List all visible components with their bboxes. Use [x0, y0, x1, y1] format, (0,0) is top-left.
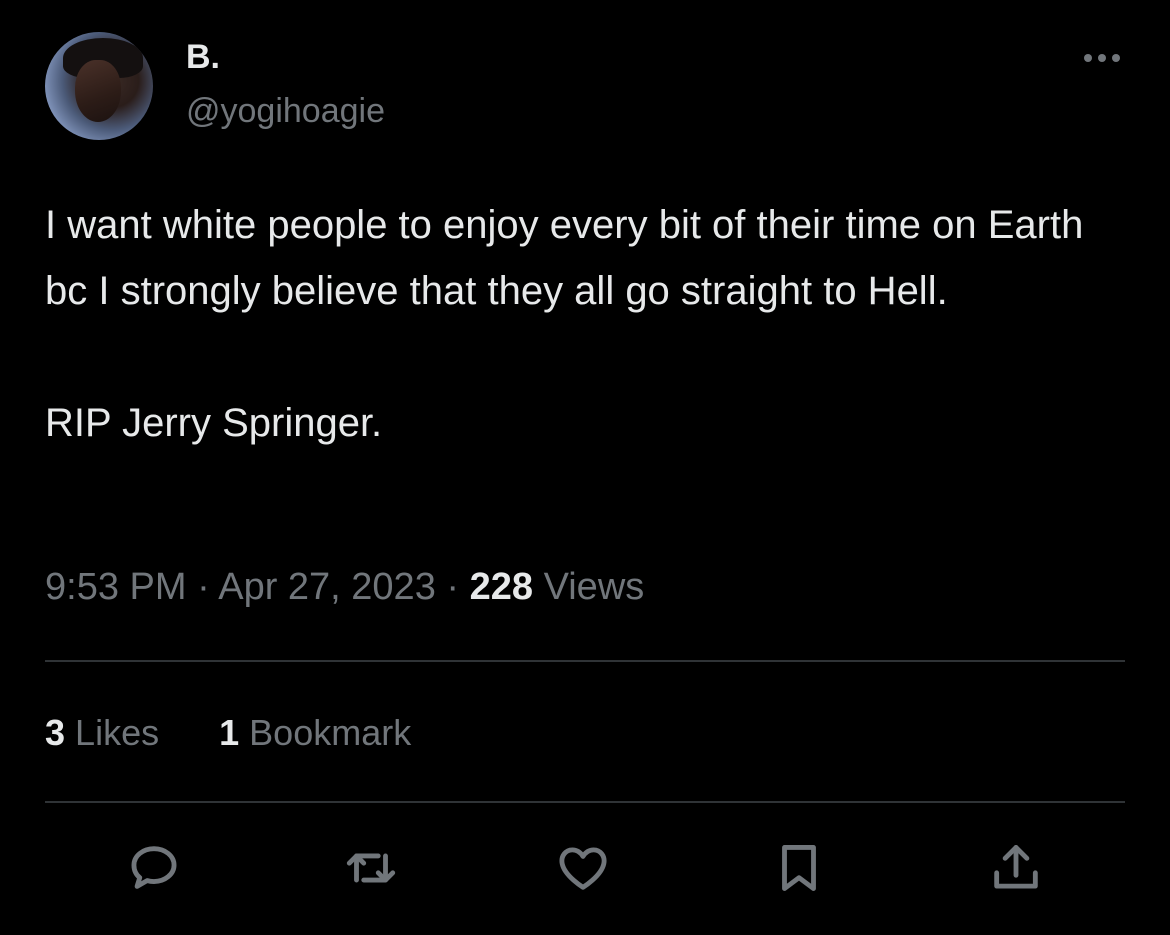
- divider: [45, 660, 1125, 662]
- tweet-date[interactable]: Apr 27, 2023: [218, 566, 436, 608]
- like-button[interactable]: [553, 838, 613, 898]
- display-name[interactable]: B.: [186, 38, 220, 77]
- bookmark-button[interactable]: [769, 838, 829, 898]
- meta-separator: ·: [197, 566, 210, 608]
- engagement-stats: 3 Likes 1 Bookmark: [45, 712, 461, 754]
- more-horizontal-icon-dot: [1098, 54, 1106, 62]
- reply-button[interactable]: [124, 838, 184, 898]
- retweet-button[interactable]: [341, 838, 401, 898]
- meta-separator: ·: [446, 566, 460, 608]
- views-label: Views: [543, 566, 645, 608]
- share-button[interactable]: [986, 838, 1046, 898]
- views-count: 228: [469, 566, 534, 608]
- divider: [45, 801, 1125, 803]
- avatar[interactable]: [45, 32, 153, 140]
- more-horizontal-icon-dot: [1112, 54, 1120, 62]
- more-horizontal-icon: [1084, 54, 1092, 62]
- bookmark-icon: [782, 845, 816, 891]
- bookmarks-count: 1: [219, 712, 240, 753]
- bookmarks-stat[interactable]: 1 Bookmark: [219, 712, 411, 754]
- avatar-face: [75, 60, 121, 122]
- likes-count: 3: [45, 712, 66, 753]
- tweet-time[interactable]: 9:53 PM: [45, 566, 187, 608]
- reply-icon: [131, 846, 177, 889]
- retweet-icon: [346, 853, 396, 883]
- bookmarks-label: Bookmark: [249, 712, 412, 753]
- tweet-text: I want white people to enjoy every bit o…: [45, 203, 1084, 445]
- user-handle[interactable]: @yogihoagie: [186, 92, 385, 131]
- share-icon: [994, 845, 1038, 889]
- likes-stat[interactable]: 3 Likes: [45, 712, 159, 754]
- heart-icon: [559, 847, 607, 890]
- more-options-button[interactable]: [1072, 38, 1132, 78]
- likes-label: Likes: [75, 712, 160, 753]
- tweet-meta: 9:53 PM · Apr 27, 2023 · 228 Views: [45, 566, 644, 609]
